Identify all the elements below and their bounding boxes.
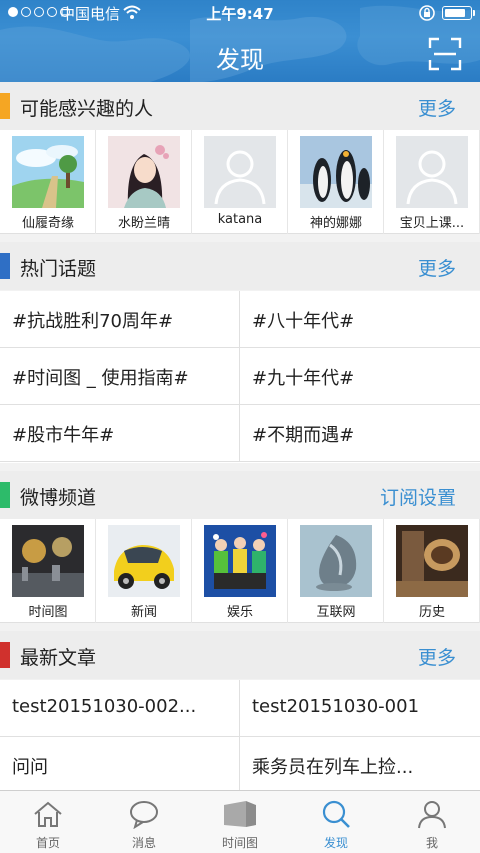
article-title: test20151030-001 bbox=[252, 696, 420, 717]
person-name: katana bbox=[217, 212, 263, 227]
section-accent-bar bbox=[0, 93, 10, 119]
channel-thumbnail bbox=[300, 525, 372, 597]
default-avatar-icon bbox=[396, 136, 468, 208]
channel-card[interactable]: 互联网 bbox=[288, 519, 384, 623]
topics-more-link[interactable]: 更多 bbox=[418, 254, 456, 281]
articles-more-link[interactable]: 更多 bbox=[418, 643, 456, 670]
section-header-channels: 微博频道 订阅设置 bbox=[0, 471, 480, 519]
channel-name: 互联网 bbox=[316, 605, 356, 620]
article-item[interactable]: 乘务员在列车上捡... bbox=[240, 737, 480, 794]
topic-label: #八十年代# bbox=[252, 311, 355, 332]
topic-item[interactable]: #抗战胜利70周年# bbox=[0, 291, 240, 348]
person-avatar bbox=[300, 136, 372, 208]
people-more-link[interactable]: 更多 bbox=[418, 94, 456, 121]
section-title-topics: 热门话题 bbox=[20, 258, 97, 280]
section-header-topics: 热门话题 更多 bbox=[0, 242, 480, 290]
person-name: 仙履奇缘 bbox=[21, 216, 74, 231]
section-header-articles: 最新文章 更多 bbox=[0, 631, 480, 679]
section-header-people: 可能感兴趣的人 更多 bbox=[0, 82, 480, 130]
channel-thumbnail bbox=[12, 525, 84, 597]
person-card[interactable]: katana bbox=[192, 130, 288, 234]
topic-label: #九十年代# bbox=[252, 368, 355, 389]
channel-name: 娱乐 bbox=[226, 605, 253, 620]
channel-name: 新闻 bbox=[130, 605, 157, 620]
section-title-articles: 最新文章 bbox=[20, 647, 97, 669]
tab-label: 首页 bbox=[35, 836, 60, 850]
page-title: 发现 bbox=[216, 46, 264, 74]
channel-card[interactable]: 新闻 bbox=[96, 519, 192, 623]
channel-card[interactable]: 时间图 bbox=[0, 519, 96, 623]
tab-label: 发现 bbox=[323, 836, 348, 850]
topic-item[interactable]: #九十年代# bbox=[240, 348, 480, 405]
tab-label: 时间图 bbox=[221, 836, 258, 850]
status-time: 上午9:47 bbox=[206, 5, 274, 23]
article-item[interactable]: test20151030-001 bbox=[240, 680, 480, 737]
channel-name: 历史 bbox=[418, 605, 445, 620]
person-name: 水盼兰晴 bbox=[117, 216, 170, 231]
person-card[interactable]: 水盼兰晴 bbox=[96, 130, 192, 234]
person-name: 宝贝上课... bbox=[399, 216, 465, 231]
person-avatar bbox=[12, 136, 84, 208]
tab-home[interactable]: 首页 bbox=[0, 791, 96, 853]
person-card[interactable]: 宝贝上课... bbox=[384, 130, 480, 234]
article-title: 问问 bbox=[12, 757, 48, 778]
profile-icon bbox=[418, 801, 446, 829]
channel-list: 时间图 新闻 娱乐 互联网 历史 bbox=[0, 519, 480, 623]
channel-thumbnail bbox=[204, 525, 276, 597]
orientation-lock-icon bbox=[419, 5, 435, 21]
discover-icon bbox=[322, 800, 350, 828]
section-title-people: 可能感兴趣的人 bbox=[20, 98, 154, 120]
default-avatar-icon bbox=[204, 136, 276, 208]
section-accent-bar bbox=[0, 642, 10, 668]
topic-item[interactable]: #不期而遇# bbox=[240, 405, 480, 462]
tab-messages[interactable]: 消息 bbox=[96, 791, 192, 853]
channel-name: 时间图 bbox=[28, 605, 68, 620]
person-card[interactable]: 神的娜娜 bbox=[288, 130, 384, 234]
channel-card[interactable]: 娱乐 bbox=[192, 519, 288, 623]
subscription-settings-link[interactable]: 订阅设置 bbox=[380, 483, 456, 510]
bottom-tab-bar: 首页 消息 时间图 发现 我 bbox=[0, 790, 480, 853]
article-item[interactable]: test20151030-002... bbox=[0, 680, 240, 737]
tab-timeline[interactable]: 时间图 bbox=[192, 791, 288, 853]
timeline-icon bbox=[224, 801, 256, 827]
scan-qr-button[interactable] bbox=[428, 37, 462, 71]
article-title: 乘务员在列车上捡... bbox=[252, 757, 414, 778]
person-name: 神的娜娜 bbox=[309, 216, 362, 231]
topic-label: #抗战胜利70周年# bbox=[12, 311, 174, 332]
battery-icon bbox=[442, 6, 475, 20]
status-bar: 中国电信 上午9:47 bbox=[0, 0, 480, 26]
section-title-channels: 微博频道 bbox=[20, 487, 97, 509]
channel-card[interactable]: 历史 bbox=[384, 519, 480, 623]
channel-thumbnail bbox=[396, 525, 468, 597]
tab-discover[interactable]: 发现 bbox=[288, 791, 384, 853]
topic-item[interactable]: #时间图 _ 使用指南# bbox=[0, 348, 240, 405]
channel-thumbnail bbox=[108, 525, 180, 597]
home-icon bbox=[34, 801, 62, 827]
top-header: 中国电信 上午9:47 发现 bbox=[0, 0, 480, 82]
message-icon bbox=[130, 801, 158, 829]
section-accent-bar bbox=[0, 253, 10, 279]
section-accent-bar bbox=[0, 482, 10, 508]
topic-label: #股市牛年# bbox=[12, 425, 115, 446]
topic-label: #时间图 _ 使用指南# bbox=[12, 368, 189, 389]
article-item[interactable]: 问问 bbox=[0, 737, 240, 794]
topic-item[interactable]: #八十年代# bbox=[240, 291, 480, 348]
tab-label: 我 bbox=[425, 836, 438, 850]
people-list: 仙履奇缘 水盼兰晴 katana 神的娜娜 宝贝上课... bbox=[0, 130, 480, 234]
article-grid: test20151030-002... test20151030-001 问问 … bbox=[0, 680, 480, 794]
tab-profile[interactable]: 我 bbox=[384, 791, 480, 853]
article-title: test20151030-002... bbox=[12, 696, 197, 717]
person-avatar bbox=[108, 136, 180, 208]
person-card[interactable]: 仙履奇缘 bbox=[0, 130, 96, 234]
topic-label: #不期而遇# bbox=[252, 425, 355, 446]
topic-grid: #抗战胜利70周年# #八十年代# #时间图 _ 使用指南# #九十年代# #股… bbox=[0, 291, 480, 463]
topic-item[interactable]: #股市牛年# bbox=[0, 405, 240, 462]
tab-label: 消息 bbox=[131, 836, 156, 850]
